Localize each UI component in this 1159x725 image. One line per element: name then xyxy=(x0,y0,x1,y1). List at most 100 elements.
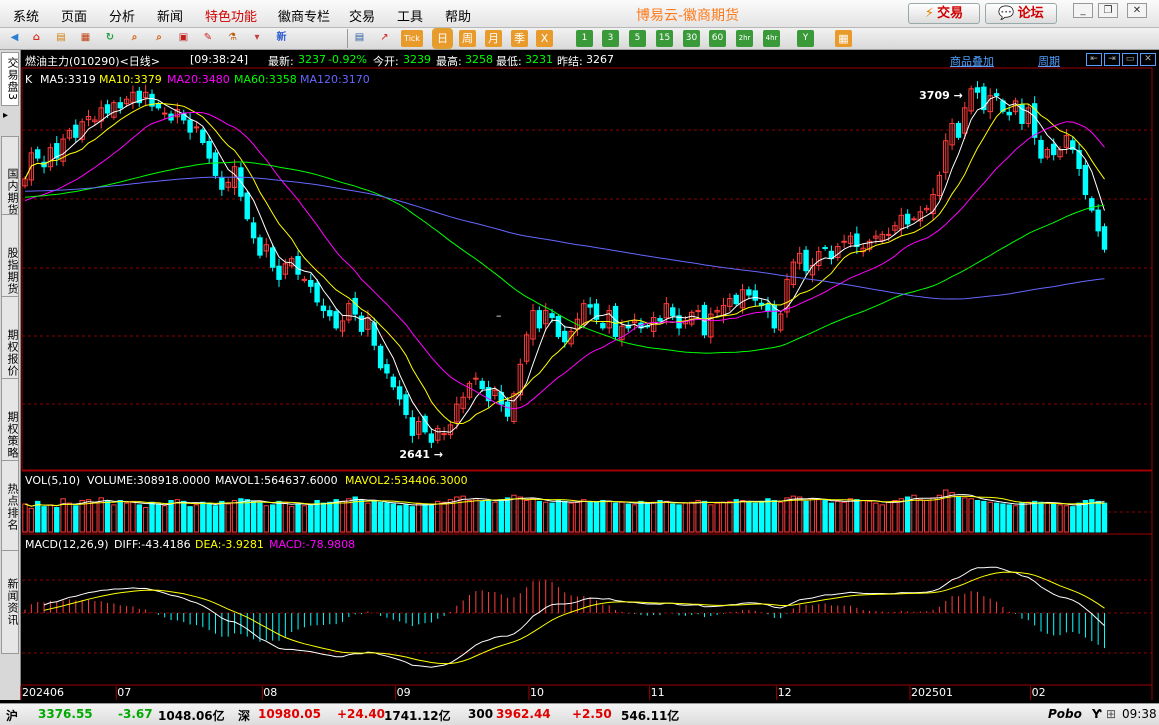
restore-panel-icon[interactable]: ▭ xyxy=(1122,53,1138,66)
volume-bar xyxy=(993,502,1000,533)
candle xyxy=(181,113,187,121)
volume-bar xyxy=(606,500,612,533)
home-icon[interactable]: ⌂ xyxy=(28,30,45,47)
volume-bar xyxy=(943,489,949,533)
candle xyxy=(498,391,504,405)
volume-bar xyxy=(282,501,289,533)
menu-page[interactable]: 页面 xyxy=(61,6,87,25)
period-button-0[interactable]: 日 xyxy=(432,28,453,49)
zoom-in-icon[interactable]: ⌕ xyxy=(126,30,143,47)
volume-bar xyxy=(885,501,892,533)
volume-bar xyxy=(460,495,466,533)
candle xyxy=(981,86,987,111)
minute-button-0[interactable]: 1 xyxy=(576,30,593,47)
volume-bar xyxy=(797,496,803,533)
candle xyxy=(987,95,993,113)
menu-analysis[interactable]: 分析 xyxy=(109,6,135,25)
restore-button[interactable]: ❐ xyxy=(1098,3,1118,18)
minute-button-5[interactable]: 60 xyxy=(709,30,726,47)
date-label: 11 xyxy=(651,686,665,699)
candle xyxy=(930,193,936,215)
minute-button-7[interactable]: 4hr xyxy=(763,30,780,47)
flask-icon[interactable]: ⚗ xyxy=(224,30,241,47)
refresh-icon[interactable]: ↻ xyxy=(102,30,119,47)
volume-bar xyxy=(1044,502,1051,533)
menu-special[interactable]: 特色功能 xyxy=(205,6,257,25)
close-panel-icon[interactable]: ✕ xyxy=(1140,53,1156,66)
candle xyxy=(289,258,295,267)
stack-icon[interactable]: ▤ xyxy=(53,30,70,47)
window-icon[interactable]: ▣ xyxy=(175,30,192,47)
minute-button-3[interactable]: 15 xyxy=(656,30,673,47)
volume-bar xyxy=(892,500,898,533)
menu-system[interactable]: 系统 xyxy=(13,6,39,25)
candle xyxy=(619,325,625,341)
tab-expand-icon[interactable]: ▸ xyxy=(3,110,8,121)
tick-button[interactable]: Tick xyxy=(401,30,423,47)
menu-tools[interactable]: 工具 xyxy=(397,6,423,25)
candle xyxy=(79,121,85,140)
volume-bar xyxy=(28,507,35,533)
candle xyxy=(777,313,784,331)
menu-news[interactable]: 新闻 xyxy=(157,6,183,25)
new-icon[interactable]: 新 xyxy=(273,30,290,47)
period-link[interactable]: 周期 xyxy=(1038,53,1060,69)
volume-bar xyxy=(758,500,765,533)
panel-icon[interactable]: ▦ xyxy=(77,30,94,47)
candle xyxy=(358,315,365,332)
forum-button[interactable]: 💬 论坛 xyxy=(985,3,1057,24)
volume-bar xyxy=(708,504,714,533)
volume-bar xyxy=(327,501,333,533)
volume-bar xyxy=(47,504,54,533)
volume-bar xyxy=(873,502,879,533)
candle xyxy=(689,311,695,325)
minute-button-2[interactable]: 5 xyxy=(629,30,646,47)
filter-icon[interactable]: ▾ xyxy=(249,30,266,47)
back-icon[interactable]: ◀ xyxy=(6,30,23,47)
zoom-out-icon[interactable]: ⌕ xyxy=(151,30,168,47)
minute-button-6[interactable]: 2hr xyxy=(736,30,753,47)
candle xyxy=(346,303,352,321)
volume-bar xyxy=(555,500,562,533)
high-annotation: 3709 → xyxy=(919,89,963,102)
menu-huishang[interactable]: 徽商专栏 xyxy=(278,6,330,25)
grid-icon[interactable]: ▦ xyxy=(835,30,852,47)
volume-bar xyxy=(155,503,162,533)
minute-button-4[interactable]: 30 xyxy=(683,30,700,47)
candle xyxy=(1031,103,1038,138)
menu-trade[interactable]: 交易 xyxy=(349,6,375,25)
minimize-button[interactable]: _ xyxy=(1073,3,1093,18)
candle xyxy=(250,222,257,239)
pen-icon[interactable]: ✎ xyxy=(200,30,217,47)
signal-icon: Ƴ xyxy=(1092,707,1102,721)
commodity-overlay-link[interactable]: 商品叠加 xyxy=(950,53,994,69)
scroll-right-icon[interactable]: ⇥ xyxy=(1104,53,1120,66)
close-button[interactable]: ✕ xyxy=(1127,3,1147,18)
kline-chart[interactable]: 3709 → 2641 → 202406 07 08 09 10 11 12 202501 02 – xyxy=(0,0,1159,725)
prev-settle-price: 3267 xyxy=(586,53,614,66)
left-tab-0[interactable]: 交易盘3 xyxy=(1,52,19,106)
table-icon[interactable]: ▤ xyxy=(351,30,368,47)
period-button-1[interactable]: 周 xyxy=(459,30,476,47)
minute-button-8[interactable]: Y xyxy=(797,30,814,47)
volume-bar xyxy=(866,500,873,533)
volume-bar xyxy=(41,506,47,533)
period-button-2[interactable]: 月 xyxy=(485,30,502,47)
candle xyxy=(504,401,511,417)
left-tab-5[interactable]: 热点排名 xyxy=(1,460,19,554)
period-button-3[interactable]: 季 xyxy=(511,30,528,47)
line-chart-icon[interactable]: ↗ xyxy=(376,30,393,47)
candle xyxy=(523,334,530,362)
forum-button-label: 论坛 xyxy=(1017,6,1044,21)
volume-bar xyxy=(371,500,377,533)
quote-time: [09:38:24] xyxy=(190,53,248,66)
period-button-4[interactable]: X xyxy=(536,30,553,47)
candle xyxy=(384,364,390,374)
trade-button[interactable]: ⚡ 交易 xyxy=(908,3,980,24)
left-tab-6[interactable]: 新闻资讯 xyxy=(1,550,19,654)
volume-bar xyxy=(619,501,625,533)
minute-button-1[interactable]: 3 xyxy=(602,30,619,47)
sh-index-change: -3.67 xyxy=(118,707,153,721)
scroll-left-icon[interactable]: ⇤ xyxy=(1086,53,1102,66)
menu-help[interactable]: 帮助 xyxy=(445,6,471,25)
